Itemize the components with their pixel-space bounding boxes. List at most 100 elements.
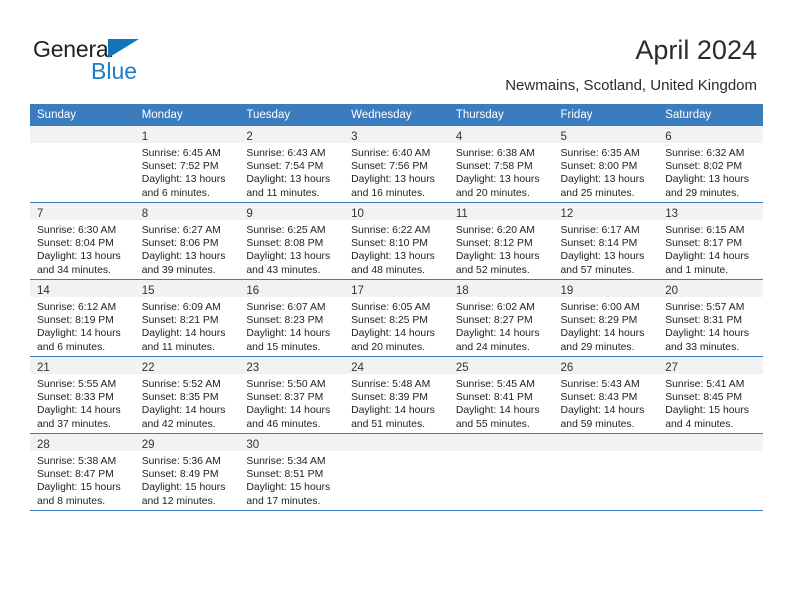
- sunrise-time: Sunrise: 6:25 AM: [246, 225, 326, 236]
- day-number-band: 30: [239, 434, 345, 451]
- calendar-day-cell[interactable]: 4 Sunrise: 6:38 AM Sunset: 7:58 PM Daylight…: [448, 126, 554, 203]
- calendar-day-cell[interactable]: 27 Sunrise: 5:41 AM Sunset: 8:45 PM Dayligh…: [658, 356, 763, 434]
- sunset-time: Sunset: 8:19 PM: [37, 315, 114, 327]
- sunrise-time: Sunrise: 6:30 AM: [37, 225, 117, 236]
- daylight-duration-line2: and 11 minutes.: [246, 187, 320, 199]
- weekday-header-tuesday: Tuesday: [239, 104, 345, 126]
- day-number: 24: [351, 362, 364, 374]
- calendar-day-cell[interactable]: 12 Sunrise: 6:17 AM Sunset: 8:14 PM Dayligh…: [553, 202, 659, 280]
- sunset-time: Sunset: 8:47 PM: [37, 469, 114, 481]
- day-cell-details: Sunrise: 5:38 AM Sunset: 8:47 PM Daylight:…: [30, 451, 135, 508]
- daylight-duration-line1: Daylight: 15 hours: [37, 482, 121, 494]
- calendar-day-cell[interactable]: 22 Sunrise: 5:52 AM Sunset: 8:35 PM Dayligh…: [134, 356, 240, 434]
- calendar-week-row: 7 Sunrise: 6:30 AM Sunset: 8:04 PM Daylight…: [30, 202, 763, 280]
- calendar-day-cell[interactable]: 16 Sunrise: 6:07 AM Sunset: 8:23 PM Dayligh…: [239, 279, 345, 357]
- daylight-duration-line1: Daylight: 14 hours: [455, 328, 540, 340]
- calendar-day-cell[interactable]: 11 Sunrise: 6:20 AM Sunset: 8:12 PM Dayligh…: [448, 202, 554, 280]
- calendar-day-cell[interactable]: 24 Sunrise: 5:48 AM Sunset: 8:39 PM Dayligh…: [344, 356, 449, 434]
- day-number-band: 17: [344, 280, 449, 297]
- daylight-duration-line1: Daylight: 14 hours: [351, 405, 435, 417]
- calendar-day-cell[interactable]: 5 Sunrise: 6:35 AM Sunset: 8:00 PM Daylight…: [553, 126, 659, 203]
- day-cell-details: Sunrise: 5:45 AM Sunset: 8:41 PM Daylight:…: [449, 374, 554, 431]
- daylight-duration-line2: and 20 minutes.: [351, 341, 426, 353]
- daylight-duration-line1: Daylight: 13 hours: [560, 251, 645, 263]
- sunrise-time: Sunrise: 6:27 AM: [141, 225, 221, 236]
- sunrise-time: Sunrise: 6:15 AM: [665, 225, 745, 236]
- day-cell-details: Sunrise: 6:35 AM Sunset: 8:00 PM Daylight:…: [554, 143, 659, 200]
- day-cell-details: Sunrise: 5:57 AM Sunset: 8:31 PM Daylight:…: [658, 297, 763, 354]
- daylight-duration-line1: Daylight: 13 hours: [246, 174, 331, 186]
- calendar-day-cell[interactable]: 8 Sunrise: 6:27 AM Sunset: 8:06 PM Daylight…: [134, 202, 240, 280]
- calendar-day-cell[interactable]: 19 Sunrise: 6:00 AM Sunset: 8:29 PM Dayligh…: [553, 279, 659, 357]
- general-blue-logo[interactable]: General Blue: [33, 36, 213, 86]
- sunset-time: Sunset: 7:52 PM: [141, 161, 219, 173]
- daylight-duration-line1: Daylight: 13 hours: [351, 251, 435, 263]
- daylight-duration-line2: and 57 minutes.: [560, 264, 635, 276]
- sunrise-time: Sunrise: 5:45 AM: [455, 379, 535, 390]
- sunrise-time: Sunrise: 5:57 AM: [665, 302, 745, 313]
- calendar-day-cell[interactable]: 30 Sunrise: 5:34 AM Sunset: 8:51 PM Dayligh…: [239, 433, 345, 511]
- calendar-day-cell[interactable]: 10 Sunrise: 6:22 AM Sunset: 8:10 PM Dayligh…: [344, 202, 449, 280]
- sunset-time: Sunset: 8:33 PM: [37, 392, 114, 404]
- sunset-time: Sunset: 8:00 PM: [560, 161, 638, 173]
- weekday-header-monday: Monday: [134, 104, 240, 126]
- calendar-day-cell[interactable]: 6 Sunrise: 6:32 AM Sunset: 8:02 PM Daylight…: [658, 126, 763, 203]
- daylight-duration-line2: and 4 minutes.: [665, 418, 734, 430]
- calendar-day-cell[interactable]: 26 Sunrise: 5:43 AM Sunset: 8:43 PM Dayligh…: [553, 356, 659, 434]
- day-number: 1: [141, 131, 149, 143]
- day-cell-details: Sunrise: 5:36 AM Sunset: 8:49 PM Daylight:…: [135, 451, 240, 508]
- weekday-header-sunday: Sunday: [30, 104, 135, 126]
- calendar-week-row: 1 Sunrise: 6:45 AM Sunset: 7:52 PM Daylight…: [30, 126, 763, 203]
- daylight-duration-line1: Daylight: 13 hours: [141, 174, 226, 186]
- sunset-time: Sunset: 8:17 PM: [665, 238, 743, 250]
- calendar-day-cell[interactable]: 28 Sunrise: 5:38 AM Sunset: 8:47 PM Dayligh…: [30, 433, 135, 511]
- daylight-duration-line1: Daylight: 13 hours: [246, 251, 331, 263]
- calendar-day-cell[interactable]: 13 Sunrise: 6:15 AM Sunset: 8:17 PM Dayligh…: [658, 202, 763, 280]
- sunrise-time: Sunrise: 6:00 AM: [560, 302, 640, 313]
- daylight-duration-line2: and 12 minutes.: [141, 495, 216, 507]
- day-cell-details: Sunrise: 6:22 AM Sunset: 8:10 PM Daylight:…: [344, 220, 449, 277]
- calendar-day-cell[interactable]: 9 Sunrise: 6:25 AM Sunset: 8:08 PM Daylight…: [239, 202, 345, 280]
- day-number-band: 3: [344, 126, 449, 143]
- calendar-day-cell[interactable]: 3 Sunrise: 6:40 AM Sunset: 7:56 PM Daylight…: [344, 126, 449, 203]
- daylight-duration-line1: Daylight: 14 hours: [246, 328, 331, 340]
- day-number-band: 24: [344, 357, 449, 374]
- sunrise-time: Sunrise: 6:22 AM: [351, 225, 431, 236]
- calendar-day-cell[interactable]: 7 Sunrise: 6:30 AM Sunset: 8:04 PM Daylight…: [30, 202, 135, 280]
- day-number-band: 12: [553, 203, 659, 220]
- weekday-header: Sunday Monday Tuesday Wednesday Thursday…: [30, 104, 763, 126]
- calendar-day-cell[interactable]: 14 Sunrise: 6:12 AM Sunset: 8:19 PM Dayligh…: [30, 279, 135, 357]
- day-cell-details: Sunrise: 6:25 AM Sunset: 8:08 PM Daylight:…: [239, 220, 344, 277]
- sunset-time: Sunset: 8:41 PM: [455, 392, 533, 404]
- day-number: 11: [455, 208, 468, 220]
- day-number-band: 10: [344, 203, 449, 220]
- calendar-day-cell[interactable]: 20 Sunrise: 5:57 AM Sunset: 8:31 PM Dayligh…: [658, 279, 763, 357]
- sunrise-time: Sunrise: 5:52 AM: [141, 379, 221, 390]
- sunrise-time: Sunrise: 6:32 AM: [665, 148, 745, 159]
- calendar-day-cell[interactable]: 29 Sunrise: 5:36 AM Sunset: 8:49 PM Dayligh…: [134, 433, 240, 511]
- daylight-duration-line2: and 39 minutes.: [141, 264, 216, 276]
- calendar-day-cell[interactable]: 1 Sunrise: 6:45 AM Sunset: 7:52 PM Daylight…: [134, 126, 240, 203]
- calendar-week-row: 28 Sunrise: 5:38 AM Sunset: 8:47 PM Dayligh…: [30, 433, 763, 511]
- weekday-header-wednesday: Wednesday: [344, 104, 449, 126]
- calendar-day-cell[interactable]: 17 Sunrise: 6:05 AM Sunset: 8:25 PM Dayligh…: [344, 279, 449, 357]
- page-subtitle-location: Newmains, Scotland, United Kingdom: [505, 77, 757, 94]
- day-number: 19: [560, 285, 574, 297]
- calendar-week-row: 21 Sunrise: 5:55 AM Sunset: 8:33 PM Dayligh…: [30, 356, 763, 434]
- calendar-body: 1 Sunrise: 6:45 AM Sunset: 7:52 PM Daylight…: [30, 126, 763, 511]
- calendar-day-cell[interactable]: 25 Sunrise: 5:45 AM Sunset: 8:41 PM Dayligh…: [448, 356, 554, 434]
- weekday-header-thursday: Thursday: [448, 104, 554, 126]
- calendar-day-cell[interactable]: 18 Sunrise: 6:02 AM Sunset: 8:27 PM Dayligh…: [448, 279, 554, 357]
- calendar-day-cell[interactable]: 15 Sunrise: 6:09 AM Sunset: 8:21 PM Dayligh…: [134, 279, 240, 357]
- day-number: 3: [351, 131, 358, 143]
- calendar-day-cell[interactable]: 2 Sunrise: 6:43 AM Sunset: 7:54 PM Daylight…: [239, 126, 345, 203]
- calendar-day-cell[interactable]: 23 Sunrise: 5:50 AM Sunset: 8:37 PM Dayligh…: [239, 356, 345, 434]
- daylight-duration-line2: and 20 minutes.: [455, 187, 530, 199]
- day-number: 5: [560, 131, 567, 143]
- sunrise-time: Sunrise: 5:55 AM: [37, 379, 117, 390]
- sunset-time: Sunset: 7:58 PM: [455, 161, 533, 173]
- day-cell-details: Sunrise: 5:55 AM Sunset: 8:33 PM Daylight:…: [30, 374, 135, 431]
- calendar-day-cell[interactable]: 21 Sunrise: 5:55 AM Sunset: 8:33 PM Dayligh…: [30, 356, 135, 434]
- daylight-duration-line2: and 11 minutes.: [141, 341, 215, 353]
- sunrise-time: Sunrise: 6:07 AM: [246, 302, 326, 313]
